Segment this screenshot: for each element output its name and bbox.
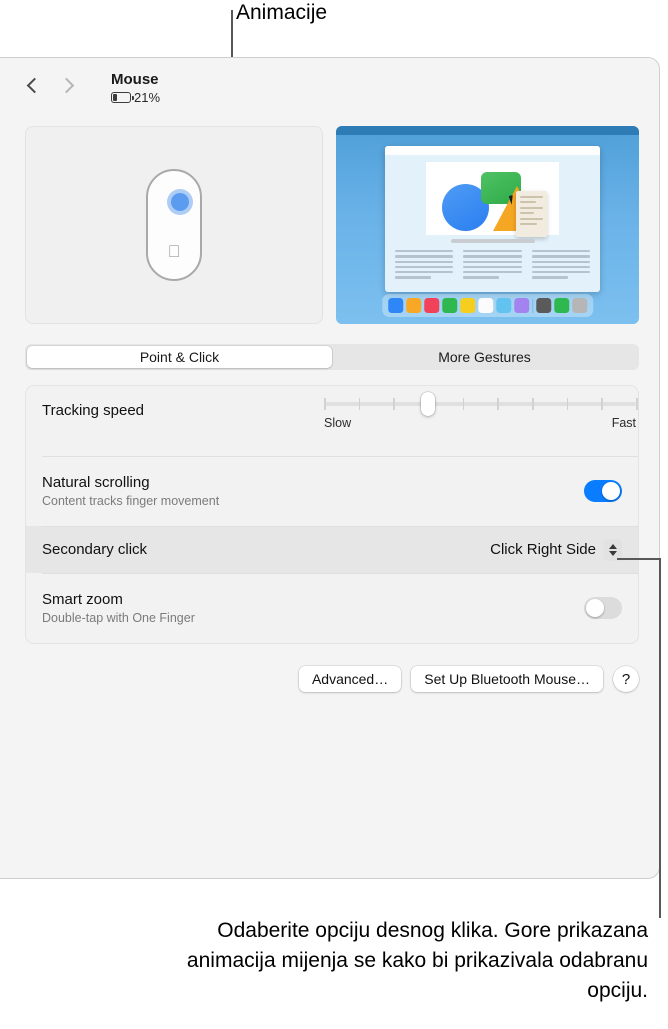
slider-end-labels: Slow Fast [324,416,636,430]
tracking-speed-label: Tracking speed [42,402,144,419]
slider-tick [393,398,395,410]
callout-label-animations: Animacije [236,1,328,24]
row-natural-scrolling: Natural scrolling Content tracks finger … [26,456,638,526]
slider-tick [358,398,361,410]
mouse-preview-pane:  [25,126,323,324]
screenshot-root: Animacije Mouse 21%  [0,0,668,1029]
slider-tick [566,398,569,410]
tab-more-gestures[interactable]: More Gestures [332,346,637,368]
desktop-menubar [336,126,639,135]
slider-min-label: Slow [324,416,352,430]
desktop-window-illustration [385,146,600,292]
text-columns [395,250,590,282]
title-block: Mouse 21% [111,70,160,105]
window-toolbar: Mouse 21% [0,58,659,114]
color-palette-dock [381,294,594,317]
row-tracking-speed: Tracking speed Slow Fast [26,386,638,456]
dock-separator [531,298,534,313]
tab-point-and-click[interactable]: Point & Click [27,346,332,368]
color-swatch-9 [536,298,552,313]
advanced-button[interactable]: Advanced… [298,666,402,692]
navigation-arrows [27,76,73,96]
natural-scrolling-sublabel: Content tracks finger movement [42,494,220,508]
tracking-speed-slider[interactable]: Slow Fast [324,392,638,430]
slider-track[interactable] [324,392,638,416]
slider-tick [601,398,603,410]
callout-leader-line-horizontal [617,558,661,560]
smart-zoom-toggle[interactable] [584,597,622,619]
slider-thumb[interactable] [420,392,435,416]
color-swatch-5 [477,298,493,313]
chevron-left-icon[interactable] [27,76,39,96]
animation-preview-pane [336,126,639,324]
right-side-click-highlight [167,189,193,215]
secondary-click-label: Secondary click [42,541,148,558]
magic-mouse-illustration:  [146,169,202,281]
battery-percent-label: 21% [134,90,161,105]
slider-tick [462,398,465,410]
row-smart-zoom: Smart zoom Double-tap with One Finger [26,573,638,643]
help-button[interactable]: ? [613,666,639,692]
segmented-tabs: Point & Click More Gestures [25,344,639,370]
color-swatch-4 [459,298,475,313]
smart-zoom-sublabel: Double-tap with One Finger [42,611,195,625]
color-swatch-2 [423,298,439,313]
slider-tick [497,398,499,410]
secondary-click-popup[interactable]: Click Right Side [490,538,622,561]
callout-label-secondary-click: Odaberite opciju desnog klika. Gore prik… [186,919,648,1002]
battery-low-icon [111,92,134,103]
color-swatch-0 [387,298,403,313]
slider-max-label: Fast [611,416,636,430]
slider-tick [636,398,638,410]
set-up-bluetooth-mouse-button[interactable]: Set Up Bluetooth Mouse… [411,666,603,692]
color-swatch-3 [441,298,457,313]
natural-scrolling-toggle[interactable] [584,480,622,502]
color-swatch-1 [405,298,421,313]
chevron-right-icon[interactable] [61,76,73,96]
color-swatch-11 [572,298,588,313]
document-card [516,191,547,237]
secondary-click-value: Click Right Side [490,541,596,558]
slider-tick [324,398,326,410]
color-swatch-6 [495,298,511,313]
action-buttons: Advanced… Set Up Bluetooth Mouse… ? [25,666,639,692]
mouse-settings-window: Mouse 21%  [0,57,660,879]
page-title: Mouse [111,71,159,88]
settings-list: Tracking speed Slow Fast Natural scrolli… [25,385,639,644]
slider-tick [532,398,534,410]
smart-zoom-label: Smart zoom [42,591,123,608]
callout-leader-line-bottom [659,558,661,918]
row-secondary-click[interactable]: Secondary click Click Right Side [26,526,638,573]
window-titlebar [385,146,600,155]
apple-logo-icon:  [168,243,181,260]
color-swatch-10 [554,298,570,313]
battery-status: 21% [111,90,160,105]
natural-scrolling-label: Natural scrolling [42,474,150,491]
color-swatch-7 [513,298,529,313]
toolbar-bar [451,239,535,243]
